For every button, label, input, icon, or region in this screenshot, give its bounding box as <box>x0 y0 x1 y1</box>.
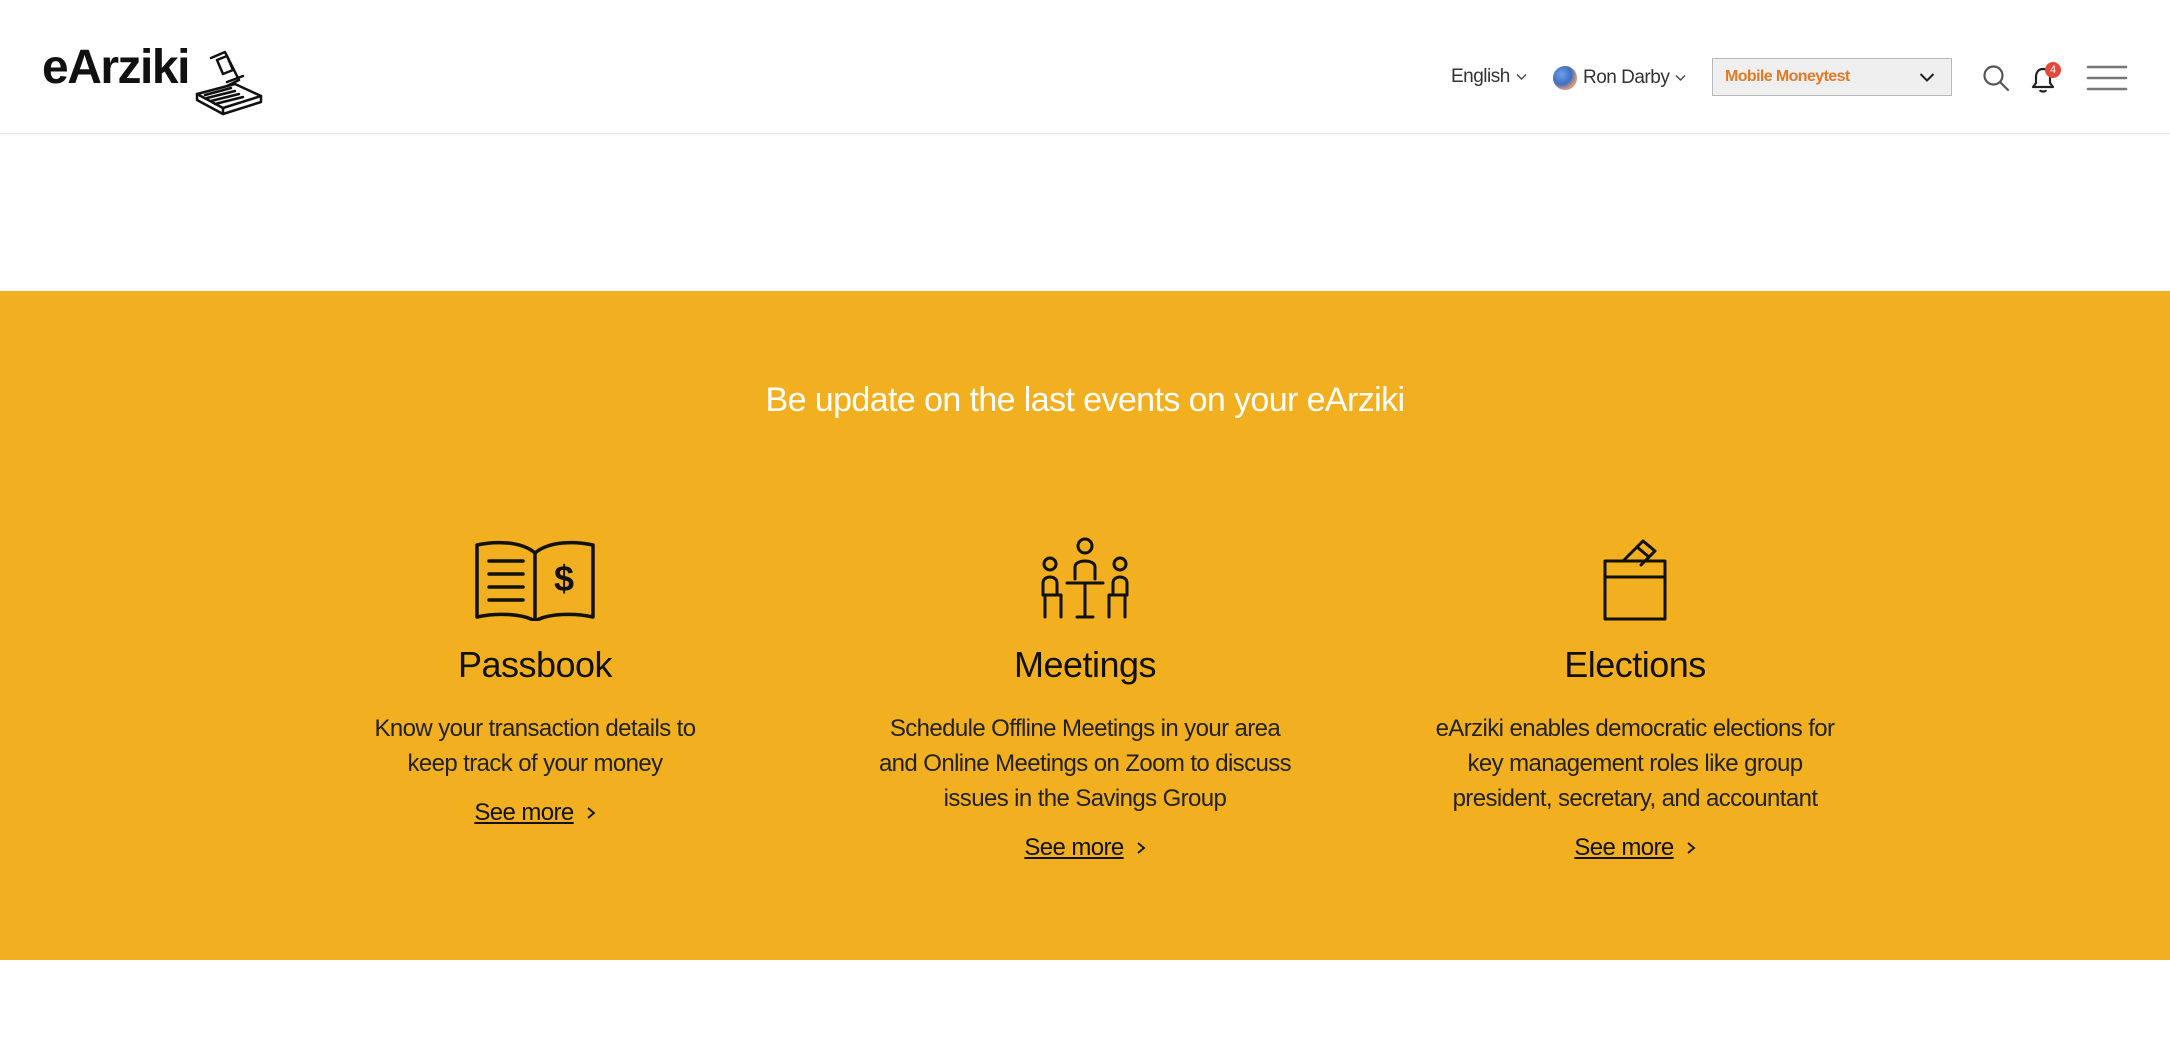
user-menu[interactable]: Ron Darby <box>1553 66 1686 90</box>
see-more-link-passbook[interactable]: See more <box>474 798 596 827</box>
group-select[interactable]: Mobile Moneytest <box>1712 58 1952 96</box>
chevron-right-icon <box>1687 841 1696 854</box>
see-more-link-meetings[interactable]: See more <box>1024 833 1146 862</box>
group-select-value: Mobile Moneytest <box>1725 68 1850 85</box>
feature-title: Elections <box>1564 644 1706 685</box>
chevron-right-icon <box>587 806 596 819</box>
ballot-box-icon <box>1603 539 1667 621</box>
see-more-label: See more <box>1024 833 1124 861</box>
language-label: English <box>1451 66 1510 87</box>
feature-title: Meetings <box>1013 644 1157 685</box>
feature-meetings: Meetings Schedule Offline Meetings in yo… <box>875 537 1295 862</box>
meetings-icon <box>1041 537 1129 619</box>
top-header: eArziki English Ron Darby Mobile Moneyte… <box>0 0 2170 134</box>
logo[interactable]: eArziki <box>42 44 263 116</box>
feature-elections: Elections eArziki enables democratic ele… <box>1425 537 1845 862</box>
feature-description: eArziki enables democratic elections for… <box>1435 714 1835 812</box>
logo-text: eArziki <box>42 41 190 94</box>
avatar <box>1553 66 1577 90</box>
features-band: Be update on the last events on your eAr… <box>0 291 2170 960</box>
chevron-down-icon <box>1675 75 1686 81</box>
feature-description: Know your transaction details to keep tr… <box>374 714 697 777</box>
search-icon[interactable] <box>1982 64 2010 92</box>
band-title: Be update on the last events on your eAr… <box>765 381 1406 419</box>
user-name: Ron Darby <box>1583 67 1670 88</box>
chevron-right-icon <box>1137 841 1146 854</box>
svg-text:$: $ <box>554 558 574 599</box>
passbook-icon: $ <box>475 540 595 621</box>
hamburger-menu-icon[interactable] <box>2086 64 2128 92</box>
logo-payment-terminal-icon <box>195 50 263 116</box>
see-more-label: See more <box>474 798 574 826</box>
feature-title: Passbook <box>457 644 613 685</box>
see-more-link-elections[interactable]: See more <box>1574 833 1696 862</box>
chevron-down-icon <box>1516 74 1527 80</box>
notification-badge: 4 <box>2045 62 2061 78</box>
see-more-label: See more <box>1574 833 1674 861</box>
language-selector[interactable]: English <box>1451 66 1527 88</box>
feature-passbook: $ Passbook Know your transaction details… <box>325 537 745 827</box>
chevron-down-icon <box>1919 73 1935 82</box>
feature-description: Schedule Offline Meetings in your area a… <box>878 714 1292 812</box>
